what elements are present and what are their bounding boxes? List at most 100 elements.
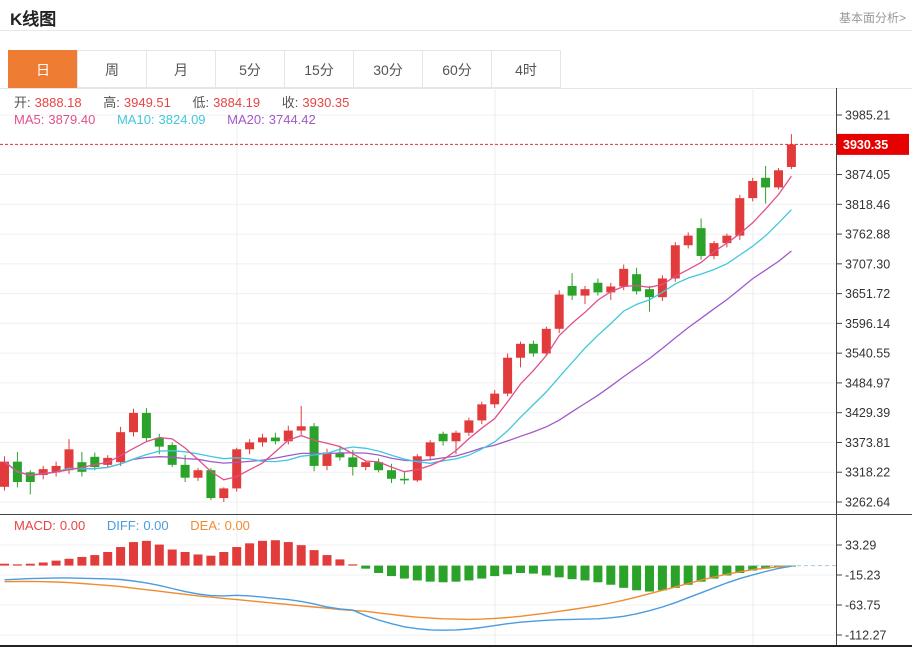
tab-week[interactable]: 周 [77,50,147,88]
candle-up [581,289,590,295]
axis-tick-label: 3651.72 [845,287,890,301]
tab-min15[interactable]: 15分 [284,50,354,88]
high-label: 高: [103,95,120,110]
candle-up [464,420,473,432]
candle-down [168,445,177,465]
axis-tick-label: -63.75 [845,599,880,613]
macd-bar-up [65,559,74,566]
candle-up [787,144,796,167]
kline-chart[interactable]: 3985.213874.053818.463762.883707.303651.… [0,88,912,648]
axis-tick-label: 3373.81 [845,436,890,450]
macd-bar-up [116,547,125,566]
open-label: 开: [14,95,31,110]
macd-bar-down [568,566,577,580]
axis-tick-label: 3262.64 [845,496,890,510]
macd-label: MACD: [14,518,56,533]
macd-bar-up [335,559,344,565]
axis-tick-label: 3540.55 [845,347,890,361]
macd-bar-down [645,566,654,592]
y-axis-labels: 3985.213874.053818.463762.883707.303651.… [836,109,890,643]
ma5-label: MA5: [14,112,44,127]
low-label: 低: [193,95,210,110]
macd-bar-down [619,566,628,588]
macd-bar-up [26,564,35,566]
macd-bar-down [555,566,564,578]
candle-down [142,413,151,438]
candle-down [181,465,190,478]
ma5-value: 3879.40 [48,112,95,127]
candle-up [232,449,241,488]
macd-bar-down [516,566,525,573]
macd-bar-up [232,547,241,566]
macd-bar-up [77,557,86,566]
macd-bar-up [0,564,9,566]
macd-bar-down [413,566,422,581]
candle-down [632,274,641,291]
macd-bar-up [13,564,22,565]
macd-bar-up [90,555,99,566]
axis-tick-label: 3318.22 [845,466,890,480]
axis-tick-label: 33.29 [845,539,876,553]
candle-up [748,181,757,198]
macd-bar-up [245,543,254,565]
candle-up [722,236,731,243]
macd-value: 0.00 [60,518,85,533]
tab-min5[interactable]: 5分 [215,50,285,88]
macd-bar-up [181,552,190,566]
tab-min30[interactable]: 30分 [353,50,423,88]
tab-month[interactable]: 月 [146,50,216,88]
macd-bar-down [671,566,680,588]
candle-down [568,286,577,296]
macd-bar-up [129,542,138,565]
candle-down [645,289,654,297]
fundamental-analysis-link[interactable]: 基本面分析> [839,9,906,26]
macd-bar-up [155,545,164,566]
axis-tick-label: 3985.21 [845,109,890,123]
macd-bar-up [39,562,48,565]
high-value: 3949.51 [124,95,171,110]
close-label: 收: [282,95,299,110]
axis-tick-label: 3429.39 [845,406,890,420]
gridlines [0,88,836,645]
candle-up [735,198,744,235]
macd-bar-up [323,555,332,566]
candle-down [387,470,396,479]
macd-bar-up [142,541,151,566]
tab-min60[interactable]: 60分 [422,50,492,88]
macd-bar-up [271,540,280,565]
axis-tick-label: 3707.30 [845,257,890,271]
macd-bar-down [658,566,667,591]
close-value: 3930.35 [302,95,349,110]
macd-bar-down [439,566,448,583]
tab-bar: 日周月5分15分30分60分4时 [8,50,561,88]
candle-down [761,178,770,188]
macd-bar-down [361,566,370,569]
candle-up [619,269,628,287]
macd-histogram [0,540,796,591]
ma10-value: 3824.09 [159,112,206,127]
macd-bar-down [542,566,551,576]
tab-day[interactable]: 日 [8,50,78,88]
macd-bar-down [464,566,473,581]
candle-down [271,438,280,442]
candle-up [245,442,254,449]
candle-up [555,295,564,329]
candle-up [426,442,435,456]
open-value: 3888.18 [35,95,82,110]
ma-row: MA5:3879.40 MA10:3824.09 MA20:3744.42 [14,112,320,127]
axis-tick-label: 3596.14 [845,317,890,331]
price-tag-value: 3930.35 [843,138,888,152]
candle-up [0,462,9,487]
macd-bar-up [348,564,357,565]
candle-down [529,344,538,354]
candle-down [593,283,602,293]
macd-bar-down [490,566,499,577]
ohlc-row: 开:3888.18 高:3949.51 低:3884.19 收:3930.35 [14,92,353,111]
tab-hour4[interactable]: 4时 [491,50,561,88]
macd-bar-up [168,550,177,566]
macd-bar-up [194,554,203,565]
macd-bar-down [593,566,602,583]
candle-up [490,394,499,405]
candle-down [697,228,706,256]
kline-widget: K线图 基本面分析> 日周月5分15分30分60分4时 3985.213874.… [0,0,912,648]
